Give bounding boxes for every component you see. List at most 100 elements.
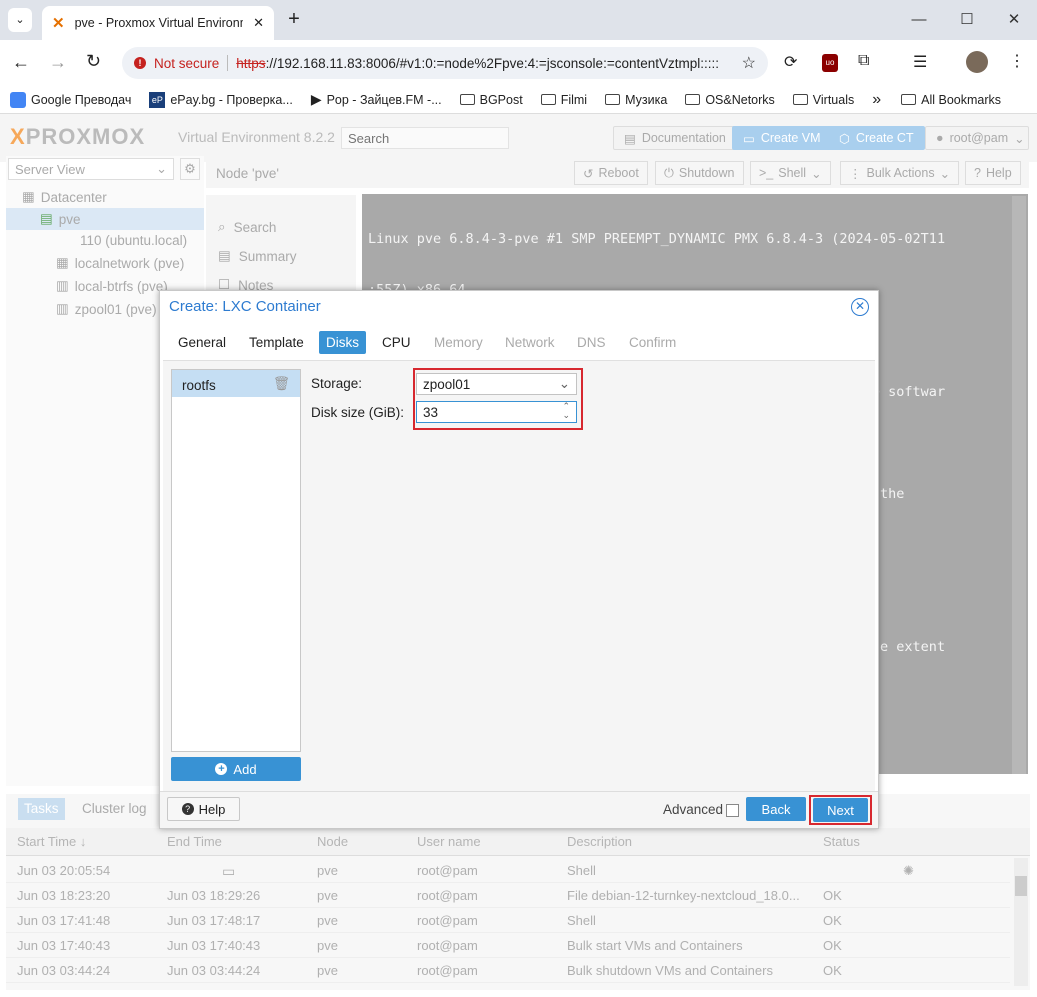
- tab-dns[interactable]: DNS: [570, 331, 613, 354]
- server-view-select[interactable]: Server View ⌄: [8, 158, 174, 180]
- col-start-time[interactable]: Start Time ↓: [17, 834, 86, 849]
- tasks-header: [6, 828, 1030, 856]
- tab-confirm[interactable]: Confirm: [622, 331, 683, 354]
- dialog-help-button[interactable]: ? Help: [167, 797, 240, 821]
- tree-local-btrfs[interactable]: ▥ local-btrfs (pve): [56, 278, 168, 294]
- global-search-input[interactable]: [341, 127, 509, 149]
- monitor-icon: ▭: [222, 863, 236, 879]
- bulk-actions-button[interactable]: ⋮ Bulk Actions ⌄: [840, 161, 960, 185]
- node-title: Node 'pve': [216, 166, 279, 181]
- menu-summary[interactable]: ▤ Summary: [218, 248, 297, 264]
- add-disk-button[interactable]: + Add: [171, 757, 301, 781]
- bookmark-pop[interactable]: ▶ Pop - Зайцев.FM -...: [311, 91, 442, 108]
- security-label[interactable]: Not secure: [154, 56, 219, 71]
- forward-icon[interactable]: →: [49, 52, 67, 73]
- create-vm-button[interactable]: ▭ Create VM: [732, 126, 832, 150]
- browser-tabbar: ⌄ ✕ pve - Proxmox Virtual Environment ✕ …: [0, 0, 1037, 40]
- col-status[interactable]: Status: [823, 834, 860, 849]
- tab-close-icon[interactable]: ✕: [253, 15, 264, 31]
- trash-icon[interactable]: 🗑: [273, 376, 290, 392]
- tab-tasks[interactable]: Tasks: [18, 798, 65, 820]
- url-scheme: https: [236, 55, 266, 71]
- summary-icon: ▤: [218, 248, 231, 263]
- documentation-button[interactable]: ▤ Documentation: [613, 126, 737, 150]
- extensions-icon[interactable]: ⧉: [858, 52, 869, 70]
- tab-cpu[interactable]: CPU: [375, 331, 418, 354]
- extension-sync-icon[interactable]: ⟳: [784, 52, 797, 72]
- product-version: Virtual Environment 8.2.2: [178, 129, 335, 145]
- tab-search-icon[interactable]: ⌄: [8, 8, 32, 32]
- bookmark-epay[interactable]: eP ePay.bg - Проверка...: [149, 91, 293, 108]
- chevron-down-icon: ⌄: [156, 161, 167, 176]
- col-node[interactable]: Node: [317, 834, 348, 849]
- disk-size-label: Disk size (GiB):: [311, 405, 405, 420]
- console-line: Linux pve 6.8.4-3-pve #1 SMP PREEMPT_DYN…: [368, 231, 946, 247]
- browser-tab[interactable]: ✕ pve - Proxmox Virtual Environment ✕: [42, 6, 274, 40]
- table-row[interactable]: Jun 03 03:44:24 Jun 03 03:44:24 pve root…: [6, 958, 1010, 983]
- back-button[interactable]: Back: [746, 797, 806, 821]
- bookmark-google-translate[interactable]: Google Преводач: [10, 91, 131, 108]
- bookmark-osnetorks[interactable]: OS&Netorks: [685, 93, 775, 107]
- tab-template[interactable]: Template: [242, 331, 311, 354]
- window-close-icon[interactable]: ✕: [1002, 8, 1026, 32]
- more-bookmarks-icon[interactable]: »: [872, 91, 881, 109]
- ellipsis-icon: ⋮: [849, 166, 862, 181]
- bookmarks-bar: Google Преводач eP ePay.bg - Проверка... …: [0, 86, 1037, 114]
- tasks-scrollbar[interactable]: [1014, 858, 1028, 986]
- proxmox-favicon-icon: ✕: [52, 15, 65, 32]
- col-description[interactable]: Description: [567, 834, 632, 849]
- tree-datacenter[interactable]: ▦ Datacenter: [22, 189, 107, 205]
- search-icon: ⌕: [218, 219, 226, 234]
- monitor-icon: ▭: [743, 131, 755, 146]
- menu-search[interactable]: ⌕ Search: [218, 219, 276, 235]
- col-user-name[interactable]: User name: [417, 834, 481, 849]
- network-grid-icon: ▦: [56, 255, 69, 270]
- browser-menu-icon[interactable]: ⋮: [1009, 51, 1025, 71]
- user-icon: ●: [936, 131, 944, 145]
- maximize-icon[interactable]: ☐: [955, 8, 979, 32]
- table-row[interactable]: Jun 03 17:40:43 Jun 03 17:40:43 pve root…: [6, 933, 1010, 958]
- user-menu-button[interactable]: ● root@pam ⌄: [925, 126, 1029, 150]
- reboot-button[interactable]: ↺ Reboot: [574, 161, 648, 185]
- tab-general[interactable]: General: [171, 331, 233, 354]
- tab-network[interactable]: Network: [498, 331, 562, 354]
- epay-icon: eP: [149, 91, 166, 108]
- tree-localnetwork[interactable]: ▦ localnetwork (pve): [56, 255, 184, 271]
- tree-node-pve[interactable]: ▤ pve: [40, 211, 81, 227]
- create-ct-button[interactable]: ⬡ Create CT: [828, 126, 925, 150]
- all-bookmarks[interactable]: All Bookmarks: [901, 93, 1001, 107]
- ublock-icon[interactable]: uo: [822, 54, 838, 72]
- bookmark-muzika[interactable]: Музика: [605, 93, 667, 107]
- folder-icon: [685, 94, 701, 105]
- help-button[interactable]: ? Help: [965, 161, 1021, 185]
- shutdown-button[interactable]: ⏻ Shutdown: [655, 161, 744, 185]
- profile-avatar[interactable]: [966, 51, 988, 73]
- tree-container-110[interactable]: 110 (ubuntu.local): [56, 233, 187, 248]
- bookmark-star-icon[interactable]: ☆: [742, 53, 756, 73]
- new-tab-icon[interactable]: +: [282, 7, 306, 31]
- bookmark-filmi[interactable]: Filmi: [540, 93, 587, 107]
- advanced-checkbox[interactable]: [726, 804, 739, 817]
- col-end-time[interactable]: End Time: [167, 834, 222, 849]
- tab-disks[interactable]: Disks: [319, 331, 366, 354]
- storage-icon: ▥: [56, 278, 69, 293]
- shell-button[interactable]: >_ Shell ⌄: [750, 161, 831, 185]
- dialog-close-icon[interactable]: ✕: [851, 298, 869, 316]
- reading-list-icon[interactable]: ☰: [913, 52, 927, 72]
- table-row[interactable]: Jun 03 17:41:48 Jun 03 17:48:17 pve root…: [6, 908, 1010, 933]
- console-scrollbar[interactable]: [1012, 196, 1026, 774]
- address-bar[interactable]: ! Not secure https://192.168.11.83:8006/…: [122, 47, 768, 79]
- tab-memory[interactable]: Memory: [427, 331, 490, 354]
- minimize-icon[interactable]: —: [907, 8, 931, 32]
- warning-icon: !: [134, 57, 146, 69]
- table-row[interactable]: Jun 03 20:05:54 ▭ pve root@pam Shell ✺: [6, 858, 1010, 883]
- bookmark-bgpost[interactable]: BGPost: [459, 93, 523, 107]
- tree-zpool01[interactable]: ▥ zpool01 (pve): [56, 301, 157, 317]
- tab-cluster-log[interactable]: Cluster log: [82, 801, 147, 816]
- back-icon[interactable]: ←: [12, 52, 30, 73]
- disk-item-rootfs[interactable]: rootfs 🗑: [172, 370, 300, 397]
- bookmark-virtuals[interactable]: Virtuals: [792, 93, 854, 107]
- table-row[interactable]: Jun 03 18:23:20 Jun 03 18:29:26 pve root…: [6, 883, 1010, 908]
- reload-icon[interactable]: ↻: [86, 51, 101, 72]
- gear-icon[interactable]: ⚙: [180, 158, 200, 180]
